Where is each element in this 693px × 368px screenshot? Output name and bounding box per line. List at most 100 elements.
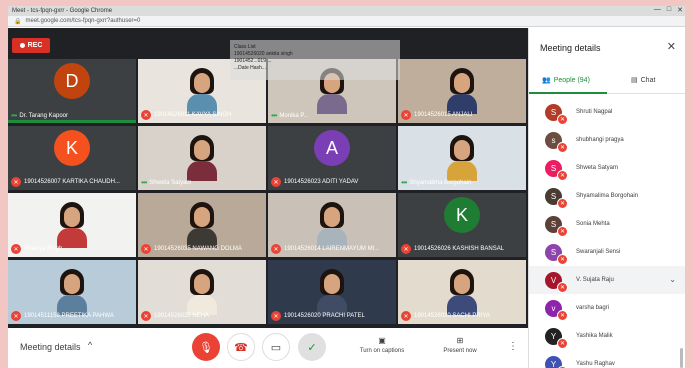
participant-tile[interactable]: ✕ 19014526020 PRACHI PATEL [268,260,396,324]
chevron-down-icon[interactable]: ⌄ [669,275,676,284]
participant-tile[interactable]: ••• Shweta Satyam [138,126,266,190]
mic-off-icon: 🎙 [199,341,213,354]
mic-off-icon: ✕ [401,244,411,254]
participant-row[interactable]: Y✕ Yashu Raghav [529,350,685,368]
maximize-button[interactable]: □ [667,6,671,14]
close-icon[interactable]: ✕ [667,40,676,53]
participant-name: Monika P... [279,112,309,119]
participant-tile[interactable]: K ✕ 19014526026 KASHISH BANSAL [398,193,526,257]
audio-level-icon: ••• [11,111,17,120]
participant-tile[interactable]: ✕ Shaivya Singh [8,193,136,257]
participant-row[interactable]: S ✕ Swaranjali Sensi [529,238,685,266]
participant-name: shubhangi pragya [576,137,624,143]
participant-name: Yashika Malik [576,333,613,339]
participant-name: 19014526015 ANJALI [414,112,473,118]
avatar-initial: S [550,191,557,201]
participant-tile[interactable]: ✕ 19014526015 ANJALI [398,59,526,123]
participant-tile[interactable]: A ✕ 19014526023 ADITI YADAV [268,126,396,190]
address-bar[interactable]: 🔒 meet.google.com/tcs-fpqn-gxrr?authuser… [8,16,685,27]
person-silhouette [187,68,217,114]
participant-tile[interactable]: ✕ 19014511158 PREETIKA PAHWA [8,260,136,324]
participant-name: Shyamalima Borgohain [409,179,472,186]
check-icon: ✓ [307,341,317,354]
chat-icon: ▤ [631,77,638,84]
overlay-popup: Class List 19014526020 ankita singh 1901… [230,40,400,80]
present-button[interactable]: ⊞ Present now [430,336,490,354]
meeting-details-button[interactable]: Meeting details [20,342,81,352]
check-button[interactable]: ✓ [298,333,326,361]
person-silhouette [57,269,87,315]
panel-tabs: 👥 People (94) ▤ Chat [529,72,685,94]
chevron-up-icon[interactable]: ^ [88,340,92,350]
participant-name: Sonia Mehta [576,221,610,227]
more-options-icon[interactable]: ⋮ [508,341,518,352]
participant-name: Shyamalima Borgohain [576,193,639,199]
url-text: meet.google.com/tcs-fpqn-gxrr?authuser=0 [25,18,141,24]
leave-call-button[interactable]: ☎ [227,333,255,361]
participant-row[interactable]: s ✕ shubhangi pragya [529,126,685,154]
tile-label: ✕ 19014526011 KAVYA SINGH [141,110,264,120]
audio-level-icon: ••• [271,111,277,120]
participant-tile[interactable]: ✕ 19014526014 LAIRENMAYUM MI... [268,193,396,257]
person-silhouette [187,202,217,248]
avatar: S ✕ [545,159,568,181]
avatar: V ✕ [545,271,568,293]
mic-toggle-button[interactable]: 🎙 [192,333,220,361]
participant-name: varsha bagri [576,305,610,311]
people-tab-label: People (94) [553,76,590,84]
participant-name: Shweta Satyam [149,179,192,186]
participant-tile[interactable]: K ✕ 19014526007 KARTIKA CHAUDH... [8,126,136,190]
popup-line: Class List [234,44,256,50]
person-silhouette [187,135,217,181]
people-icon: 👥 [542,77,551,84]
tile-label: ✕ 19014526035 NAWANG DOLMA [141,244,264,254]
tab-title: Meet - tcs-fpqn-gxrr - Google Chrome [12,8,113,14]
mic-off-icon: ✕ [271,311,281,321]
chat-tab-label: Chat [640,76,656,84]
panel-scrollbar[interactable] [680,348,683,368]
mic-off-icon: ✕ [271,177,281,187]
tile-label: ✕ 19014526007 KARTIKA CHAUDH... [11,177,134,187]
participant-avatar: A [314,130,350,166]
avatar: Y✕ [545,355,568,368]
participant-name: Swaranjali Sensi [576,249,621,255]
present-icon: ⊞ [456,336,464,345]
participant-tile[interactable]: D ••• Dr. Tarang Kapoor [8,59,136,123]
captions-button[interactable]: ▣ Turn on captions [352,336,412,354]
avatar-initial: S [550,247,557,257]
participant-tile[interactable]: ✕ 19014526035 NAWANG DOLMA [138,193,266,257]
participant-row[interactable]: S ✕ Shruti Nagpal [529,98,685,126]
avatar-initial: s [551,135,556,145]
participant-avatar: K [54,130,90,166]
person-silhouette [317,269,347,315]
mic-off-icon: ✕ [11,311,21,321]
participant-row[interactable]: S ✕ Sonia Mehta [529,210,685,238]
participant-tile[interactable]: ••• Shyamalima Borgohain [398,126,526,190]
close-window-button[interactable]: ✕ [677,6,683,14]
participant-name: 19014526020 PRACHI PATEL [284,313,365,319]
participant-row[interactable]: S ✕ Shyamalima Borgohain [529,182,685,210]
avatar: S ✕ [545,187,568,209]
meeting-toolbar: Meeting details ^ 🎙 ☎ ▭ ✓ ▣ Turn on capt… [8,328,528,368]
tab-people[interactable]: 👥 People (94) [542,76,590,85]
tile-label: ✕ 19014526023 ADITI YADAV [271,177,394,187]
camera-toggle-button[interactable]: ▭ [262,333,290,361]
participant-name: 19014526035 NAWANG DOLMA [154,246,242,252]
person-silhouette [447,68,477,114]
mic-off-icon: ✕ [557,197,568,209]
avatar: s ✕ [545,131,568,153]
lock-icon: 🔒 [14,18,22,25]
participant-row[interactable]: v ✕ varsha bagri [529,294,685,322]
participant-name: 19014526014 LAIRENMAYUM MI... [284,246,380,252]
participant-tile[interactable]: ✕ 19014526030 SACHI PRIYA [398,260,526,324]
mic-off-icon: ✕ [557,337,568,349]
participant-row[interactable]: S ✕ Shweta Satyam [529,154,685,182]
minimize-button[interactable]: — [654,6,661,14]
participant-tile[interactable]: ✕ 19014526025 NEHA [138,260,266,324]
participant-avatar: D [54,63,90,99]
tab-chat[interactable]: ▤ Chat [631,76,656,85]
participant-row[interactable]: Y ✕ Yashika Malik [529,322,685,350]
mic-off-icon: ✕ [141,244,151,254]
hangup-icon: ☎ [234,341,248,354]
participant-row[interactable]: V ✕ V. Sujata Raju ⌄ [529,266,685,294]
